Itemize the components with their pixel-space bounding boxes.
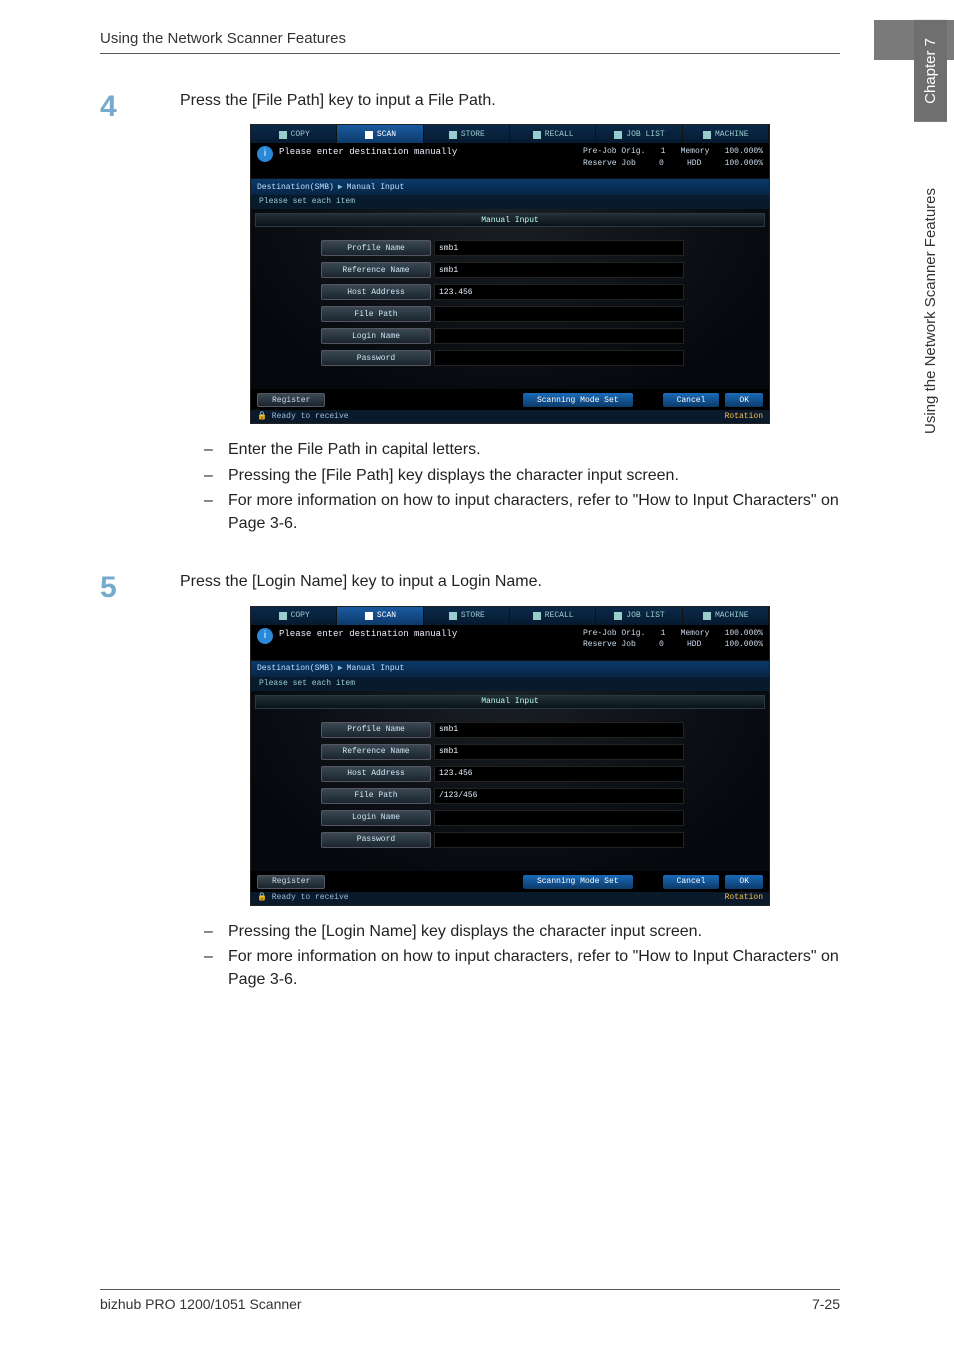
footer-product: bizhub PRO 1200/1051 Scanner [100,1296,302,1312]
machine-icon [702,130,711,139]
printer-panel-2: COPY SCAN STORE RECALL JOB LIST MACHINE … [250,606,770,906]
tab-scan[interactable]: SCAN [337,607,423,625]
login-name-value [434,328,684,344]
chevron-right-icon: ▶ [338,182,343,193]
host-address-value: 123.456 [434,284,684,300]
recall-icon [532,611,541,620]
store-icon [448,130,457,139]
step-5-number: 5 [100,571,180,1017]
step-5-bullet-2: For more information on how to input cha… [204,945,840,991]
password-value [434,350,684,366]
form-title: Manual Input [255,695,765,709]
step-4-number: 4 [100,90,180,561]
scanning-mode-set-button[interactable]: Scanning Mode Set [523,875,633,889]
tab-recall[interactable]: RECALL [510,607,596,625]
copy-icon [278,130,287,139]
tab-store[interactable]: STORE [424,607,510,625]
side-tab-chapter: Chapter 7 [914,20,947,122]
tab-scan[interactable]: SCAN [337,125,423,143]
cancel-button[interactable]: Cancel [663,875,720,889]
status-ready: 🔒 Ready to receive [257,892,349,903]
reference-name-button[interactable]: Reference Name [321,262,431,278]
file-path-button[interactable]: File Path [321,788,431,804]
joblist-icon [613,611,622,620]
form-title: Manual Input [255,213,765,227]
copy-icon [278,611,287,620]
password-button[interactable]: Password [321,350,431,366]
host-address-button[interactable]: Host Address [321,284,431,300]
info-message: Please enter destination manually [279,146,583,159]
tab-machine[interactable]: MACHINE [683,607,769,625]
tab-copy[interactable]: COPY [251,607,337,625]
profile-name-value: smb1 [434,240,684,256]
host-address-button[interactable]: Host Address [321,766,431,782]
tab-joblist[interactable]: JOB LIST [596,607,682,625]
login-name-button[interactable]: Login Name [321,328,431,344]
machine-icon [702,611,711,620]
joblist-icon [613,130,622,139]
file-path-value: /123/456 [434,788,684,804]
register-button[interactable]: Register [257,393,325,407]
info-message: Please enter destination manually [279,628,583,641]
profile-name-value: smb1 [434,722,684,738]
tab-copy[interactable]: COPY [251,125,337,143]
page-header: Using the Network Scanner Features [100,30,840,54]
subheader: Please set each item [251,677,769,691]
file-path-value [434,306,684,322]
status-rotation: Rotation [725,411,763,422]
tab-joblist[interactable]: JOB LIST [596,125,682,143]
register-button[interactable]: Register [257,875,325,889]
file-path-button[interactable]: File Path [321,306,431,322]
footer-page-number: 7-25 [812,1296,840,1312]
reference-name-value: smb1 [434,262,684,278]
page-footer: bizhub PRO 1200/1051 Scanner 7-25 [100,1289,840,1312]
ok-button[interactable]: OK [725,393,763,407]
subheader: Please set each item [251,195,769,209]
info-icon: i [257,146,273,162]
recall-icon [532,130,541,139]
step-4-bullet-2: Pressing the [File Path] key displays th… [204,464,840,487]
host-address-value: 123.456 [434,766,684,782]
stats-block: Pre-Job Orig.1Memory100.000% Reserve Job… [583,628,763,650]
reference-name-button[interactable]: Reference Name [321,744,431,760]
status-ready: 🔒 Ready to receive [257,411,349,422]
breadcrumb: Destination(SMB)▶Manual Input [251,179,769,195]
scan-icon [364,611,373,620]
store-icon [448,611,457,620]
tab-recall[interactable]: RECALL [510,125,596,143]
reference-name-value: smb1 [434,744,684,760]
printer-panel-1: COPY SCAN STORE RECALL JOB LIST MACHINE … [250,124,770,424]
breadcrumb: Destination(SMB)▶Manual Input [251,661,769,677]
stats-block: Pre-Job Orig.1Memory100.000% Reserve Job… [583,146,763,168]
scanning-mode-set-button[interactable]: Scanning Mode Set [523,393,633,407]
ok-button[interactable]: OK [725,875,763,889]
login-name-button[interactable]: Login Name [321,810,431,826]
tab-machine[interactable]: MACHINE [683,125,769,143]
password-button[interactable]: Password [321,832,431,848]
side-tab-section: Using the Network Scanner Features [914,128,947,494]
cancel-button[interactable]: Cancel [663,393,720,407]
step-4-text: Press the [File Path] key to input a Fil… [180,90,840,112]
step-5-bullet-1: Pressing the [Login Name] key displays t… [204,920,840,943]
step-4-bullet-1: Enter the File Path in capital letters. [204,438,840,461]
step-4-bullet-3: For more information on how to input cha… [204,489,840,535]
step-5-text: Press the [Login Name] key to input a Lo… [180,571,840,593]
login-name-value [434,810,684,826]
profile-name-button[interactable]: Profile Name [321,240,431,256]
password-value [434,832,684,848]
info-icon: i [257,628,273,644]
header-title: Using the Network Scanner Features [100,30,840,47]
profile-name-button[interactable]: Profile Name [321,722,431,738]
tab-store[interactable]: STORE [424,125,510,143]
status-rotation: Rotation [725,892,763,903]
chevron-right-icon: ▶ [338,663,343,674]
scan-icon [364,130,373,139]
